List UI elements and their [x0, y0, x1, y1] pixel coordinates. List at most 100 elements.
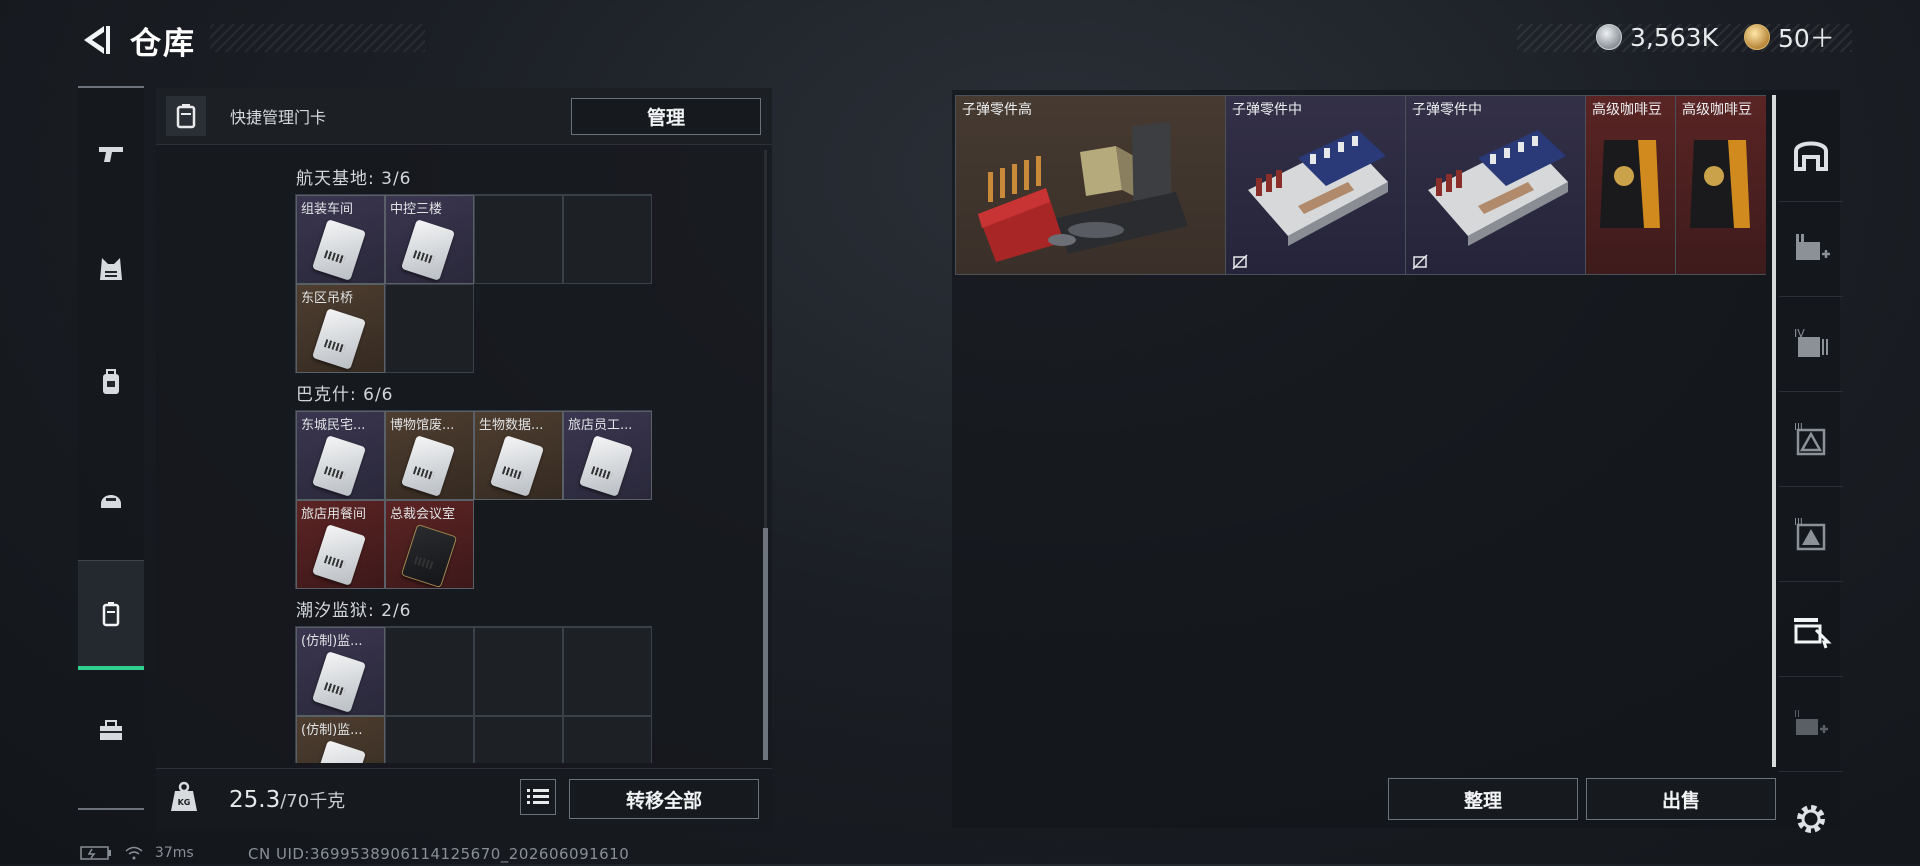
ammo-parts-tray-image — [1428, 130, 1568, 246]
keycard-image — [489, 435, 545, 497]
back-arrow-icon[interactable] — [78, 22, 114, 58]
tidal-prison-card-grid: (仿制)监... (仿制)监... — [295, 626, 652, 763]
silver-currency[interactable]: 3,563K — [1596, 22, 1718, 52]
nav-backpack[interactable] — [78, 328, 144, 438]
weight-current: 25.3 — [229, 787, 281, 813]
nav-weapons[interactable] — [78, 98, 144, 208]
keycard-image — [400, 523, 458, 588]
expansion-active-icon — [1794, 618, 1832, 649]
expansion-4-icon: IV — [1794, 327, 1828, 357]
stash-tab-active[interactable] — [1779, 582, 1843, 677]
keycard-item[interactable]: 东城民宅... — [296, 411, 385, 500]
stash-item[interactable]: 子弹零件中 — [1226, 96, 1406, 274]
keycard-image — [400, 435, 456, 497]
ammo-parts-tray-image — [1248, 130, 1388, 246]
stash-main-icon — [1794, 141, 1828, 171]
list-icon — [527, 789, 549, 804]
stash-item[interactable]: 子弹零件中 — [1406, 96, 1586, 274]
svg-text:III: III — [1794, 422, 1803, 433]
weight-readout: 25.3/70千克 — [229, 787, 345, 813]
wifi-icon — [125, 846, 143, 860]
stash-scrollbar[interactable] — [1772, 95, 1776, 767]
nav-armor[interactable] — [78, 214, 144, 324]
keycard-item[interactable]: 旅店用餐间 — [296, 500, 385, 589]
keycard-image — [400, 219, 456, 281]
svg-text:II: II — [1794, 709, 1800, 720]
expansion-3b-icon: III — [1794, 517, 1826, 551]
keycard-panel-header: 快捷管理门卡 管理 — [156, 88, 772, 145]
sort-button[interactable]: 整理 — [1388, 778, 1578, 820]
sell-button[interactable]: 出售 — [1586, 778, 1776, 820]
capacity-bar: KG 25.3/70千克 转移全部 — [156, 768, 772, 831]
transfer-all-button[interactable]: 转移全部 — [569, 779, 759, 819]
section-title-aerospace: 航天基地: 3/6 — [296, 169, 412, 189]
coffee-bag-image — [1690, 140, 1750, 228]
silver-coin-icon — [1596, 24, 1622, 50]
header-decoration — [210, 24, 425, 52]
silver-amount: 3,563K — [1630, 22, 1718, 52]
ping-readout: 37ms — [154, 845, 194, 861]
keycard-scrollbar-thumb[interactable] — [763, 528, 768, 760]
keycard-item[interactable]: 东区吊桥 — [296, 284, 385, 373]
keycard-item[interactable]: 生物数据... — [474, 411, 563, 500]
keycard-header-icon — [166, 96, 206, 136]
stash-tab-rail: IV III III II — [1779, 60, 1843, 833]
keycard-image — [311, 651, 367, 713]
keycard-image — [578, 435, 634, 497]
stash-tab-4[interactable]: IV — [1779, 297, 1843, 392]
stash-item[interactable]: 高级咖啡豆 — [1676, 96, 1766, 274]
stash-grid: 子弹零件高 子弹零件中 子弹零件中 高级咖啡豆 高级咖啡豆 — [955, 95, 1766, 275]
category-nav — [78, 86, 144, 810]
weight-max: /70千克 — [280, 791, 346, 812]
user-uid: CN UID:3699538906114125670_202606091610 — [248, 845, 630, 863]
quick-manage-label: 快捷管理门卡 — [230, 108, 327, 127]
keycard-item[interactable]: 组装车间 — [296, 195, 385, 284]
stash-tab-main[interactable] — [1779, 107, 1843, 202]
gun-icon — [99, 147, 123, 162]
nav-toolbox[interactable] — [78, 676, 144, 786]
svg-text:KG: KG — [178, 798, 191, 807]
battery-icon — [80, 846, 111, 860]
section-title-bakshi: 巴克什: 6/6 — [296, 385, 394, 405]
weight-icon: KG — [171, 781, 197, 811]
gold-currency[interactable]: 50＋ — [1744, 22, 1835, 53]
manage-button[interactable]: 管理 — [571, 98, 761, 135]
aerospace-card-grid: 组装车间 中控三楼 东区吊桥 — [295, 194, 652, 373]
settings-button[interactable] — [1779, 772, 1843, 866]
gold-coin-icon — [1744, 24, 1770, 50]
keycard-panel: 快捷管理门卡 管理 航天基地: 3/6 组装车间 中控三楼 东区吊桥 巴克什: … — [156, 88, 772, 831]
expansion-3a-icon: III — [1794, 422, 1826, 456]
status-bar: 37ms — [80, 845, 194, 861]
stash-tab-2b[interactable]: II — [1779, 677, 1843, 772]
stash-tab-3b[interactable]: III — [1779, 487, 1843, 582]
section-title-tidal-prison: 潮汐监狱: 2/6 — [296, 601, 412, 621]
stash-item[interactable]: 子弹零件高 — [956, 96, 1226, 274]
keycard-image — [311, 740, 367, 763]
no-insure-icon — [1412, 254, 1428, 270]
gold-amount: 50＋ — [1778, 24, 1835, 53]
nav-keycards[interactable] — [78, 560, 144, 670]
coffee-bag-image — [1600, 140, 1660, 228]
keycard-item[interactable]: (仿制)监... — [296, 716, 385, 763]
helmet-icon — [101, 495, 121, 508]
settings-icon — [1797, 805, 1825, 833]
page-title: 仓库 — [130, 26, 196, 62]
keycard-item[interactable]: (仿制)监... — [296, 627, 385, 716]
keycard-item[interactable]: 总裁会议室 — [385, 500, 474, 589]
keycard-icon — [102, 601, 120, 626]
keycard-item[interactable]: 博物馆废... — [385, 411, 474, 500]
list-view-button[interactable] — [520, 779, 556, 815]
ammo-parts-crate-image — [978, 122, 1188, 262]
keycard-image — [311, 435, 367, 497]
stash-tab-3a[interactable]: III — [1779, 392, 1843, 487]
keycard-item[interactable]: 旅店员工... — [563, 411, 652, 500]
toolbox-icon — [100, 720, 122, 740]
nav-helmet[interactable] — [78, 444, 144, 554]
armor-vest-icon — [100, 258, 122, 280]
no-insure-icon — [1232, 254, 1248, 270]
expansion-2b-icon: II — [1794, 709, 1828, 735]
keycard-item[interactable]: 中控三楼 — [385, 195, 474, 284]
keycard-image — [311, 308, 367, 370]
stash-item[interactable]: 高级咖啡豆 — [1586, 96, 1676, 274]
stash-tab-2[interactable] — [1779, 202, 1843, 297]
